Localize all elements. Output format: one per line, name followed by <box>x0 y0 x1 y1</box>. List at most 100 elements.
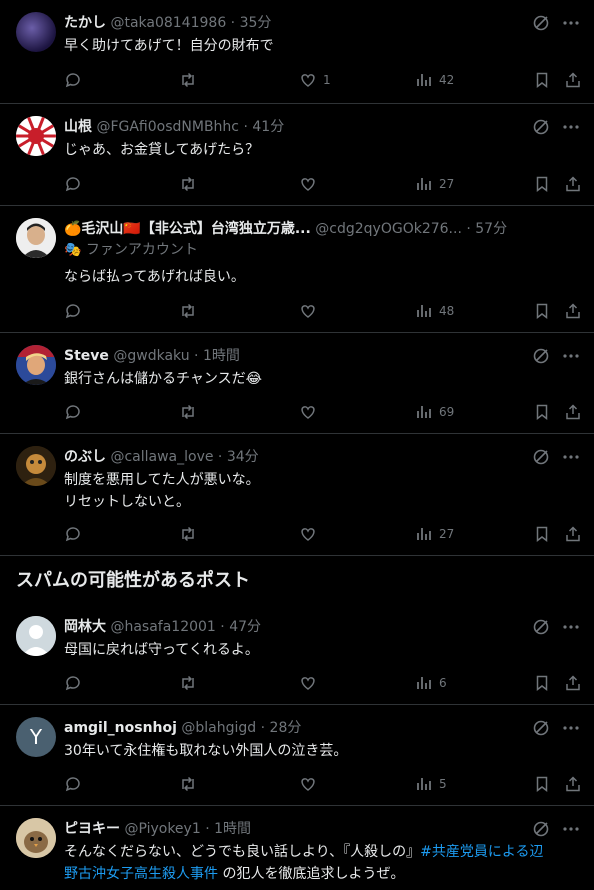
more-icon[interactable] <box>562 820 580 842</box>
reply-button[interactable] <box>64 524 82 544</box>
repost-button[interactable] <box>179 70 197 90</box>
tweet[interactable]: 岡林大 @hasafa12001 · 47分 母国に戻れば守ってくれるよ。 6 <box>0 604 594 705</box>
handle[interactable]: @blahgigd <box>181 720 256 736</box>
tweet[interactable]: 山根 @FGAfi0osdNMBhhc · 41分 じゃあ、お金貸してあげたら？… <box>0 104 594 206</box>
timestamp[interactable]: 41分 <box>252 119 284 135</box>
repost-button[interactable] <box>179 174 197 194</box>
views-button[interactable]: 6 <box>415 673 447 693</box>
views-button[interactable]: 69 <box>415 402 454 422</box>
tweet[interactable]: 🍊毛沢山🇨🇳【非公式】台湾独立万歳... @cdg2qyOGOk276... ·… <box>0 206 594 333</box>
share-button[interactable] <box>564 174 582 194</box>
avatar[interactable] <box>16 446 56 486</box>
like-button[interactable] <box>299 524 323 544</box>
grok-icon[interactable] <box>532 118 550 140</box>
handle[interactable]: @callawa_love <box>110 449 213 465</box>
repost-button[interactable] <box>179 774 197 794</box>
bookmark-button[interactable] <box>533 70 551 90</box>
heart-icon <box>301 677 315 690</box>
share-button[interactable] <box>564 70 582 90</box>
bookmark-button[interactable] <box>533 673 551 693</box>
letter-avatar[interactable]: Y <box>16 717 56 757</box>
avatar[interactable] <box>16 12 56 52</box>
timestamp[interactable]: 47分 <box>229 619 261 635</box>
handle[interactable]: @Piyokey1 <box>124 821 200 837</box>
reply-button[interactable] <box>64 774 82 794</box>
tweet[interactable]: のぶし @callawa_love · 34分 制度を悪用してた人が悪いな。 リ… <box>0 434 594 556</box>
display-name[interactable]: 山根 <box>64 119 92 135</box>
timestamp[interactable]: 34分 <box>227 449 259 465</box>
default-avatar[interactable] <box>16 616 56 656</box>
bookmark-button[interactable] <box>533 774 551 794</box>
grok-icon[interactable] <box>532 618 550 640</box>
reply-button[interactable] <box>64 673 82 693</box>
reply-button[interactable] <box>64 70 82 90</box>
hashtag-link-cont[interactable]: 野古沖女子高生殺人事件 <box>64 866 218 882</box>
tweet[interactable]: ピヨキー @Piyokey1 · 1時間 そんなくだらない、どうでも良い話しより… <box>0 806 594 890</box>
heart-icon <box>301 178 315 191</box>
share-button[interactable] <box>564 673 582 693</box>
handle[interactable]: @hasafa12001 <box>110 619 215 635</box>
timestamp[interactable]: 35分 <box>240 15 272 31</box>
bookmark-button[interactable] <box>533 402 551 422</box>
reply-button[interactable] <box>64 301 82 321</box>
reply-button[interactable] <box>64 402 82 422</box>
grok-icon[interactable] <box>532 719 550 741</box>
bookmark-button[interactable] <box>533 301 551 321</box>
timestamp[interactable]: 28分 <box>270 720 302 736</box>
display-name[interactable]: のぶし <box>64 449 106 465</box>
like-button[interactable] <box>299 402 323 422</box>
repost-button[interactable] <box>179 524 197 544</box>
views-button[interactable]: 27 <box>415 174 454 194</box>
share-button[interactable] <box>564 774 582 794</box>
views-button[interactable]: 27 <box>415 524 454 544</box>
timestamp[interactable]: 1時間 <box>214 821 251 837</box>
display-name[interactable]: amgil_nosnhoj <box>64 720 177 736</box>
more-icon[interactable] <box>562 14 580 36</box>
repost-button[interactable] <box>179 673 197 693</box>
display-name[interactable]: Steve <box>64 348 109 364</box>
grok-icon[interactable] <box>532 448 550 470</box>
reply-button[interactable] <box>64 174 82 194</box>
timestamp[interactable]: 57分 <box>475 221 507 237</box>
display-name[interactable]: 🍊毛沢山🇨🇳【非公式】台湾独立万歳... <box>64 221 311 237</box>
handle[interactable]: @FGAfi0osdNMBhhc <box>96 119 239 135</box>
share-button[interactable] <box>564 524 582 544</box>
views-button[interactable]: 5 <box>415 774 447 794</box>
like-button[interactable]: 1 <box>299 70 331 90</box>
timestamp[interactable]: 1時間 <box>203 348 240 364</box>
share-button[interactable] <box>564 301 582 321</box>
repost-button[interactable] <box>179 402 197 422</box>
grok-icon[interactable] <box>532 347 550 369</box>
tweet[interactable]: Steve @gwdkaku · 1時間 銀行さんは儲かるチャンスだ😂 69 <box>0 333 594 434</box>
tweet[interactable]: たかし @taka08141986 · 35分 早く助けてあげて！自分の財布で … <box>0 0 594 104</box>
like-button[interactable] <box>299 774 323 794</box>
avatar[interactable] <box>16 218 56 258</box>
display-name[interactable]: たかし <box>64 15 106 31</box>
avatar[interactable] <box>16 818 56 858</box>
bookmark-button[interactable] <box>533 524 551 544</box>
like-button[interactable] <box>299 174 323 194</box>
like-button[interactable] <box>299 301 323 321</box>
views-button[interactable]: 42 <box>415 70 454 90</box>
views-button[interactable]: 48 <box>415 301 454 321</box>
more-icon[interactable] <box>562 719 580 741</box>
tweet[interactable]: Y amgil_nosnhoj @blahgigd · 28分 30年いて永住権… <box>0 705 594 806</box>
more-icon[interactable] <box>562 448 580 470</box>
like-button[interactable] <box>299 673 323 693</box>
grok-icon[interactable] <box>532 820 550 842</box>
more-icon[interactable] <box>562 618 580 640</box>
grok-icon[interactable] <box>532 14 550 36</box>
handle[interactable]: @taka08141986 <box>110 15 226 31</box>
display-name[interactable]: ピヨキー <box>64 821 120 837</box>
hashtag-link[interactable]: #共産党員による辺 <box>420 844 543 860</box>
repost-button[interactable] <box>179 301 197 321</box>
handle[interactable]: @gwdkaku <box>113 348 189 364</box>
more-icon[interactable] <box>562 347 580 369</box>
handle[interactable]: @cdg2qyOGOk276... <box>315 221 462 237</box>
share-button[interactable] <box>564 402 582 422</box>
avatar[interactable] <box>16 116 56 156</box>
avatar[interactable] <box>16 345 56 385</box>
display-name[interactable]: 岡林大 <box>64 619 106 635</box>
bookmark-button[interactable] <box>533 174 551 194</box>
more-icon[interactable] <box>562 118 580 140</box>
